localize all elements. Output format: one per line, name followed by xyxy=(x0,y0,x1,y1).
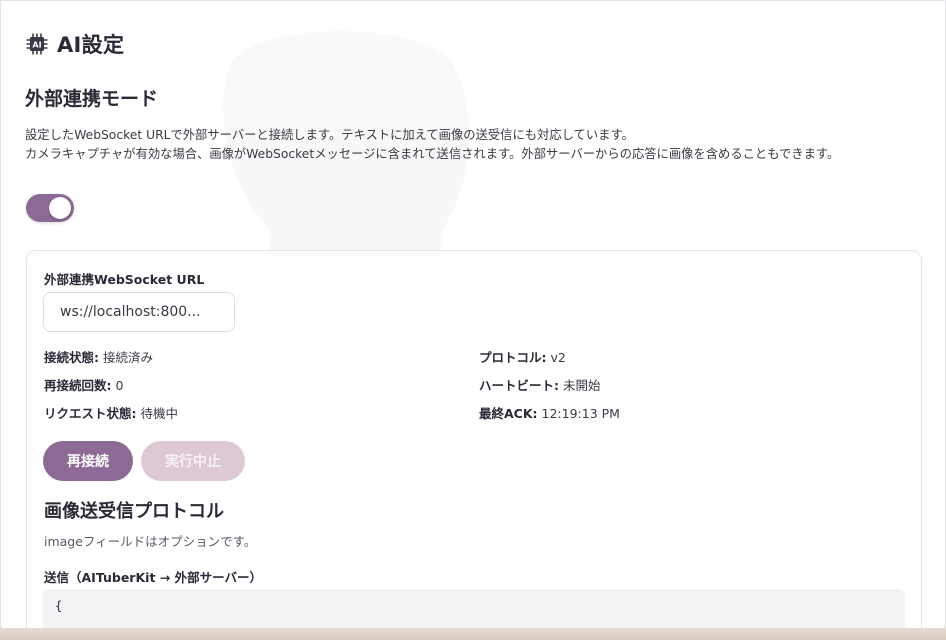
websocket-url-label: 外部連携WebSocket URL xyxy=(44,272,205,287)
websocket-settings-card: 外部連携WebSocket URL 接続状態: 接続済み プロトコル: v2 再… xyxy=(26,250,922,629)
status-connection: 接続状態: 接続済み xyxy=(44,348,479,367)
ai-chip-icon: AI xyxy=(26,33,48,55)
status-reconnect-count: 再接続回数: 0 xyxy=(44,376,479,395)
status-key: リクエスト状態: xyxy=(44,406,137,421)
status-value: 待機中 xyxy=(140,406,178,421)
connection-button-row: 再接続 実行中止 xyxy=(43,441,245,481)
page-title: AI設定 xyxy=(57,33,125,57)
status-last-ack: 最終ACK: 12:19:13 PM xyxy=(479,404,779,423)
external-mode-toggle[interactable] xyxy=(26,194,74,222)
send-direction-label: 送信（AITuberKit → 外部サーバー） xyxy=(44,570,262,585)
settings-panel: AI AI設定 外部連携モード 設定したWebSocket URLで外部サーバー… xyxy=(0,0,946,630)
status-key: 再接続回数: xyxy=(44,378,112,393)
mode-description-line: カメラキャプチャが有効な場合、画像がWebSocketメッセージに含まれて送信さ… xyxy=(25,147,840,161)
reconnect-button[interactable]: 再接続 xyxy=(43,441,133,481)
status-protocol: プロトコル: v2 xyxy=(479,348,779,367)
status-value: 0 xyxy=(115,378,124,393)
status-request: リクエスト状態: 待機中 xyxy=(44,404,479,423)
svg-text:AI: AI xyxy=(32,41,41,50)
abort-button[interactable]: 実行中止 xyxy=(141,441,245,481)
mode-description-line: 設定したWebSocket URLで外部サーバーと接続します。テキストに加えて画… xyxy=(25,128,634,142)
toggle-knob xyxy=(49,197,71,219)
send-code-sample: { xyxy=(43,589,905,629)
websocket-url-input[interactable] xyxy=(43,292,235,332)
title-row: AI AI設定 xyxy=(25,29,124,59)
mode-section-title: 外部連携モード xyxy=(25,88,159,110)
status-value: v2 xyxy=(550,350,566,365)
status-value: 未開始 xyxy=(562,378,601,393)
status-value: 12:19:13 PM xyxy=(541,406,620,421)
mode-description: 設定したWebSocket URLで外部サーバーと接続します。テキストに加えて画… xyxy=(25,126,925,164)
connection-status-grid: 接続状態: 接続済み プロトコル: v2 再接続回数: 0 ハートビート: 未開… xyxy=(44,348,904,423)
window-bottom-strip xyxy=(0,628,946,640)
status-key: プロトコル: xyxy=(479,350,547,365)
status-key: 接続状態: xyxy=(44,350,99,365)
image-protocol-description: imageフィールドはオプションです。 xyxy=(44,534,257,549)
image-protocol-title: 画像送受信プロトコル xyxy=(44,501,224,522)
code-line: { xyxy=(55,599,63,613)
status-key: ハートビート: xyxy=(479,378,559,393)
status-key: 最終ACK: xyxy=(479,406,538,421)
status-value: 接続済み xyxy=(102,350,153,365)
status-heartbeat: ハートビート: 未開始 xyxy=(479,376,779,395)
